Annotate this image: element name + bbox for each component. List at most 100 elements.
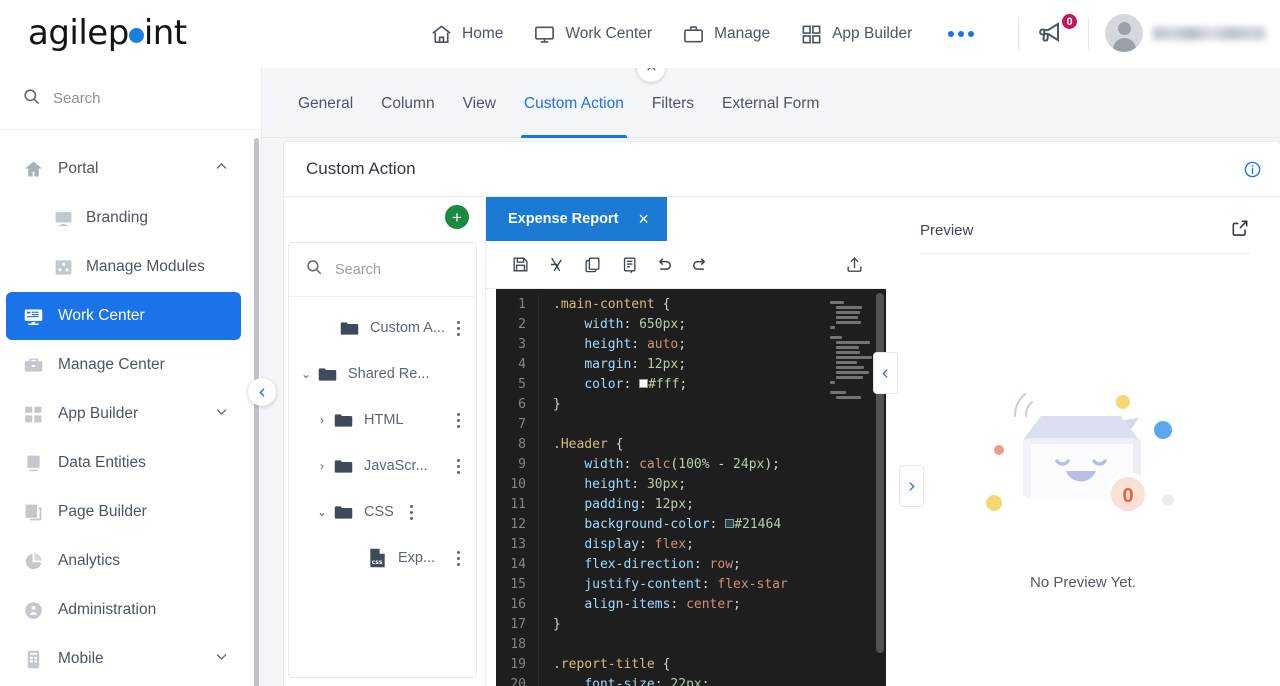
tab-custom-action[interactable]: Custom Action: [510, 80, 638, 138]
line-number: 5: [518, 377, 526, 392]
branding-icon: [52, 209, 74, 228]
line-text: color: #fff;: [538, 375, 886, 395]
brand-logo-dot: [128, 28, 144, 43]
nav-item-manage[interactable]: Manage: [682, 0, 770, 68]
line-text: [538, 415, 886, 435]
sidebar-item-branding[interactable]: Branding: [6, 194, 241, 242]
tree-node-expense-report-css[interactable]: css Exp...: [289, 535, 476, 581]
editor-vertical-scrollbar[interactable]: [876, 293, 884, 653]
svg-text:css: css: [372, 559, 383, 566]
format-icon[interactable]: [538, 247, 574, 283]
upload-icon[interactable]: [836, 247, 872, 283]
tree-node-menu-button[interactable]: [450, 320, 466, 336]
preview-title: Preview: [920, 221, 974, 239]
tree-node-label: JavaScr...: [364, 458, 428, 474]
undo-icon[interactable]: [646, 247, 682, 283]
nav-more-button[interactable]: [942, 31, 980, 37]
nav-item-work-center-label: Work Center: [565, 25, 653, 42]
tab-external-form[interactable]: External Form: [708, 80, 833, 138]
code-line: 17}: [496, 615, 886, 635]
preview-divider: [920, 253, 1250, 254]
sidebar-item-data-entities[interactable]: Data Entities: [6, 439, 241, 487]
code-line: 10 height: 30px;: [496, 475, 886, 495]
tree-node-css[interactable]: ⌄ CSS: [289, 489, 476, 535]
announcements-button[interactable]: 0: [1038, 12, 1079, 51]
tree-node-custom-actions[interactable]: Custom A...: [289, 305, 476, 351]
line-number: 10: [510, 477, 526, 492]
line-number: 17: [510, 617, 526, 632]
redo-icon[interactable]: [682, 247, 718, 283]
line-text: [538, 635, 886, 655]
info-icon[interactable]: [1243, 160, 1262, 184]
sidebar-item-app-builder[interactable]: App Builder: [6, 390, 241, 438]
add-resource-button[interactable]: +: [445, 205, 469, 229]
sidebar-collapse-button[interactable]: [248, 378, 276, 406]
sidebar-item-work-center-label: Work Center: [58, 307, 145, 324]
brand-logo-text: agilep int: [28, 13, 187, 53]
tree-node-menu-button[interactable]: [450, 458, 466, 474]
nav-item-home[interactable]: Home: [430, 0, 503, 68]
tab-column[interactable]: Column: [367, 80, 448, 138]
external-link-icon[interactable]: [1230, 218, 1250, 243]
tree-node-shared-resources[interactable]: ⌄ Shared Re...: [289, 351, 476, 397]
sidebar-item-analytics-label: Analytics: [58, 552, 121, 569]
top-header: agilep int Home Work Center Manage App Bu…: [0, 0, 1280, 68]
line-number: 6: [518, 397, 526, 412]
sidebar-item-portal-label: Portal: [58, 160, 99, 177]
code-editor[interactable]: 1 .main-content { 2 width: 650px; 3 heigh…: [496, 289, 886, 686]
chevron-right-icon[interactable]: ›: [313, 459, 331, 473]
line-text: height: auto;: [538, 335, 886, 355]
sidebar-item-portal[interactable]: Portal: [6, 145, 241, 193]
tree-node-menu-button[interactable]: [450, 412, 466, 428]
sidebar-item-mobile[interactable]: Mobile: [6, 635, 241, 683]
sidebar-item-work-center[interactable]: Work Center: [6, 292, 241, 340]
work-center-icon: [22, 306, 44, 327]
tab-general[interactable]: General: [284, 80, 367, 138]
brand-logo[interactable]: agilep int: [28, 13, 187, 53]
nav-item-work-center[interactable]: Work Center: [533, 0, 652, 68]
sidebar-item-page-builder[interactable]: Page Builder: [6, 488, 241, 536]
home-icon: [430, 23, 453, 46]
sidebar-scrollbar[interactable]: [254, 138, 259, 686]
chevron-down-icon[interactable]: ⌄: [297, 367, 315, 381]
color-swatch[interactable]: [639, 379, 649, 388]
chevron-right-icon: [909, 481, 915, 491]
nav-item-app-builder[interactable]: App Builder: [800, 0, 912, 68]
collapse-editor-button[interactable]: [873, 352, 898, 394]
tree-node-menu-button[interactable]: [450, 550, 466, 566]
color-swatch[interactable]: [725, 519, 735, 528]
chevron-down-icon[interactable]: [214, 649, 229, 669]
tree-node-menu-button[interactable]: [404, 504, 420, 520]
sidebar-item-manage-modules[interactable]: Manage Modules: [6, 243, 241, 291]
folder-icon: [333, 456, 355, 477]
analytics-icon: [22, 551, 44, 572]
css-file-icon: css: [367, 547, 389, 569]
save-icon[interactable]: [502, 247, 538, 283]
code-line: 5 color: #fff;: [496, 375, 886, 395]
chevron-down-icon[interactable]: [214, 404, 229, 424]
chevron-right-icon[interactable]: ›: [313, 413, 331, 427]
tree-node-html[interactable]: › HTML: [289, 397, 476, 443]
sidebar-item-manage-center[interactable]: Manage Center: [6, 341, 241, 389]
chevron-up-icon[interactable]: [214, 159, 229, 179]
close-icon[interactable]: ×: [638, 210, 649, 228]
line-text: background-color: #21464: [538, 515, 886, 535]
tab-filters[interactable]: Filters: [638, 80, 708, 138]
copy-icon[interactable]: [574, 247, 610, 283]
line-number: 18: [510, 637, 526, 652]
tree-search[interactable]: Search: [289, 243, 476, 297]
sidebar-item-manage-modules-label: Manage Modules: [86, 258, 205, 275]
sidebar-search[interactable]: Search: [0, 68, 261, 130]
sidebar-item-administration[interactable]: Administration: [6, 586, 241, 634]
editor-tab-expense-report[interactable]: Expense Report ×: [486, 197, 667, 241]
tab-view[interactable]: View: [449, 80, 510, 138]
folder-icon: [333, 410, 355, 431]
user-menu[interactable]: [1105, 14, 1280, 52]
sidebar-item-analytics[interactable]: Analytics: [6, 537, 241, 585]
paste-icon[interactable]: [610, 247, 646, 283]
primary-nav: Home Work Center Manage App Builder: [430, 0, 980, 68]
expand-preview-button[interactable]: [899, 465, 924, 507]
tree-node-javascript[interactable]: › JavaScr...: [289, 443, 476, 489]
line-number: 8: [518, 437, 526, 452]
chevron-down-icon[interactable]: ⌄: [313, 505, 331, 519]
